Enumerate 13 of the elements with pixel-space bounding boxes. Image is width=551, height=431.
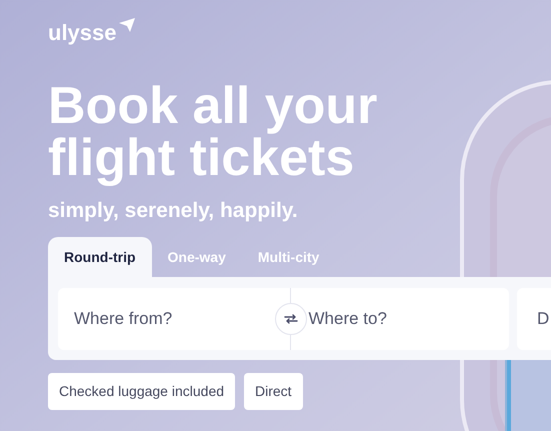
logo-text: ulysse — [48, 22, 116, 44]
swap-button[interactable] — [274, 302, 306, 334]
hero-title: Book all your — [48, 80, 378, 132]
hero-subtitle: simply, serenely, happily. — [48, 200, 299, 221]
trip-type-tab[interactable]: Round-trip — [48, 237, 152, 277]
paper-plane-icon — [118, 18, 134, 32]
swap-arrows-icon — [284, 314, 298, 324]
hero-title: flight tickets — [48, 132, 354, 184]
date-field[interactable]: D — [517, 288, 551, 350]
filter-chip[interactable]: Direct — [244, 373, 303, 410]
destination-field[interactable]: Where to? — [306, 288, 509, 350]
origin-field[interactable]: Where from? — [58, 288, 274, 350]
filter-chip[interactable]: Checked luggage included — [48, 373, 236, 410]
